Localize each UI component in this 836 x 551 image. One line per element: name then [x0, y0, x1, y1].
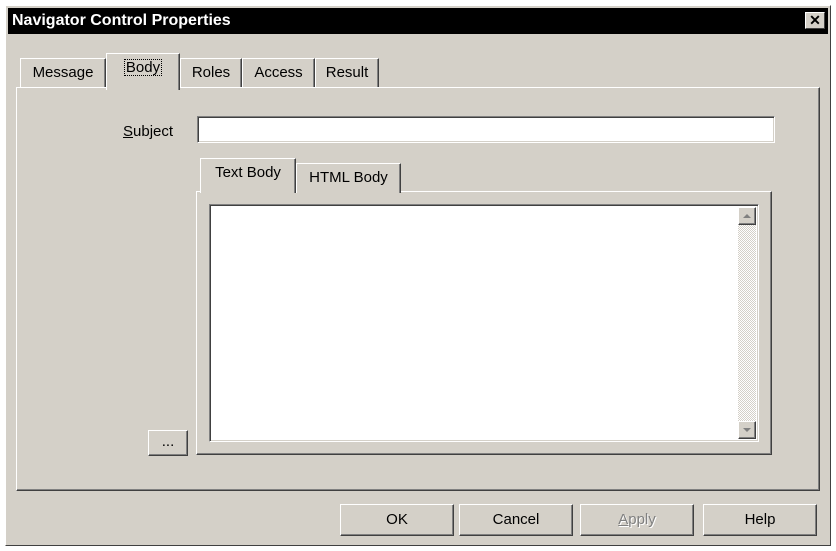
- close-icon: ✕: [809, 12, 821, 28]
- scroll-up-arrow-icon: [743, 214, 751, 218]
- tab-roles-label: Roles: [191, 64, 231, 81]
- inner-tab-page: [196, 191, 772, 455]
- text-body-scrollbar[interactable]: [738, 207, 756, 439]
- browse-button[interactable]: ...: [148, 430, 188, 456]
- tab-access-label: Access: [254, 64, 303, 81]
- cancel-button-label: Cancel: [492, 511, 540, 528]
- help-button-label: Help: [744, 511, 776, 528]
- apply-button-label: Apply: [618, 511, 656, 528]
- tab-text-body[interactable]: Text Body: [200, 158, 296, 193]
- scroll-down-button[interactable]: [738, 421, 756, 439]
- tab-body[interactable]: Body: [106, 53, 180, 90]
- dialog-window: Navigator Control Properties ✕ Message B…: [5, 5, 831, 546]
- text-body-textarea[interactable]: [209, 204, 759, 442]
- tab-message[interactable]: Message: [20, 58, 106, 88]
- close-button[interactable]: ✕: [805, 12, 825, 29]
- scroll-down-arrow-icon: [743, 428, 751, 432]
- cancel-button[interactable]: Cancel: [459, 504, 573, 536]
- tab-body-label: Body: [123, 59, 163, 76]
- ok-button[interactable]: OK: [340, 504, 454, 536]
- ok-button-label: OK: [386, 511, 408, 528]
- tab-text-body-label: Text Body: [215, 164, 281, 181]
- browse-button-label: ...: [161, 433, 175, 450]
- tab-roles[interactable]: Roles: [180, 58, 242, 88]
- tab-access[interactable]: Access: [242, 58, 315, 88]
- tab-message-label: Message: [32, 64, 94, 81]
- window-title: Navigator Control Properties: [12, 12, 231, 29]
- body-tab-page: Subject Text Body HTML Body ...: [16, 87, 820, 491]
- tab-result-label: Result: [325, 64, 369, 81]
- apply-button[interactable]: Apply: [580, 504, 694, 536]
- tab-html-body[interactable]: HTML Body: [296, 163, 401, 193]
- tab-result[interactable]: Result: [315, 58, 379, 88]
- subject-input[interactable]: [197, 116, 775, 143]
- tab-html-body-label: HTML Body: [309, 169, 388, 186]
- subject-label: Subject: [123, 123, 174, 140]
- help-button[interactable]: Help: [703, 504, 817, 536]
- title-bar[interactable]: Navigator Control Properties ✕: [8, 8, 828, 34]
- scroll-up-button[interactable]: [738, 207, 756, 225]
